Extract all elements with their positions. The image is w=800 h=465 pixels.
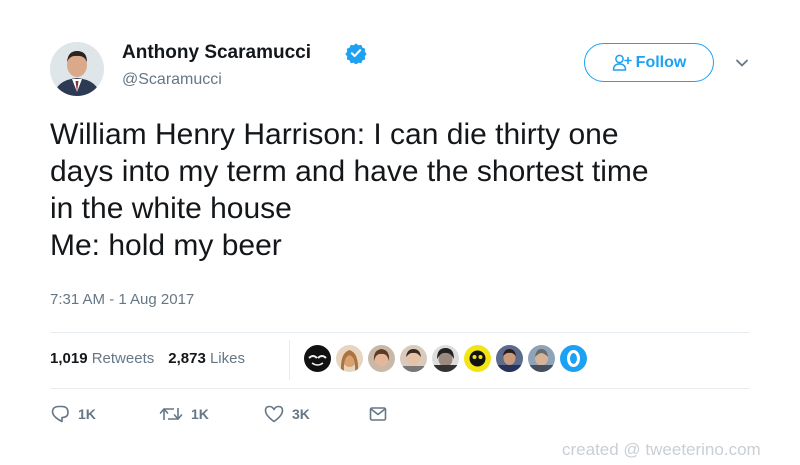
direct-message-button[interactable] (369, 405, 387, 423)
like-button[interactable]: 3K (264, 405, 310, 423)
verified-badge-icon (345, 42, 367, 65)
divider (50, 332, 750, 333)
reply-button[interactable]: 1K (50, 405, 96, 423)
add-person-icon (612, 54, 632, 72)
reply-count: 1K (78, 406, 96, 422)
user-handle[interactable]: @Scaramucci (122, 71, 222, 89)
tweet-text-line: days into my term and have the shortest … (50, 155, 649, 188)
tweet-text: William Henry Harrison: I can die thirty… (50, 116, 770, 264)
envelope-icon (369, 405, 387, 423)
liker-avatar[interactable] (400, 345, 427, 372)
liker-avatar[interactable] (432, 345, 459, 372)
user-display-name[interactable]: Anthony Scaramucci (122, 42, 311, 64)
liker-avatar[interactable] (560, 345, 587, 372)
divider (50, 388, 750, 389)
stats-separator (289, 340, 290, 380)
reply-icon (50, 405, 70, 423)
liker-avatar[interactable] (336, 345, 363, 372)
liker-avatar[interactable] (304, 345, 331, 372)
retweets-count: 1,019 (50, 350, 88, 367)
heart-icon (264, 405, 284, 423)
follow-button[interactable]: Follow (584, 43, 714, 82)
follow-button-label: Follow (635, 53, 687, 71)
retweet-icon (159, 405, 183, 423)
retweets-label: Retweets (91, 350, 155, 367)
tweet-text-line: Me: hold my beer (50, 229, 282, 262)
avatar[interactable] (50, 42, 104, 96)
tweet-timestamp[interactable]: 7:31 AM - 1 Aug 2017 (50, 291, 194, 308)
likers-avatars (304, 345, 587, 372)
chevron-down-icon[interactable] (734, 55, 750, 71)
retweet-button[interactable]: 1K (159, 405, 209, 423)
liker-avatar[interactable] (528, 345, 555, 372)
tweet-stats: 1,019 Retweets 2,873 Likes (50, 350, 245, 367)
liker-avatar[interactable] (464, 345, 491, 372)
retweet-count: 1K (191, 406, 209, 422)
like-count: 3K (292, 406, 310, 422)
tweet-text-line: in the white house (50, 192, 292, 225)
liker-avatar[interactable] (496, 345, 523, 372)
likes-count: 2,873 (168, 350, 206, 367)
likes-label: Likes (209, 350, 245, 367)
retweets-stat[interactable]: 1,019 Retweets (50, 350, 154, 367)
tweet-text-line: William Henry Harrison: I can die thirty… (50, 118, 619, 151)
liker-avatar[interactable] (368, 345, 395, 372)
likes-stat[interactable]: 2,873 Likes (168, 350, 245, 367)
watermark: created @ tweeterino.com (562, 440, 761, 459)
